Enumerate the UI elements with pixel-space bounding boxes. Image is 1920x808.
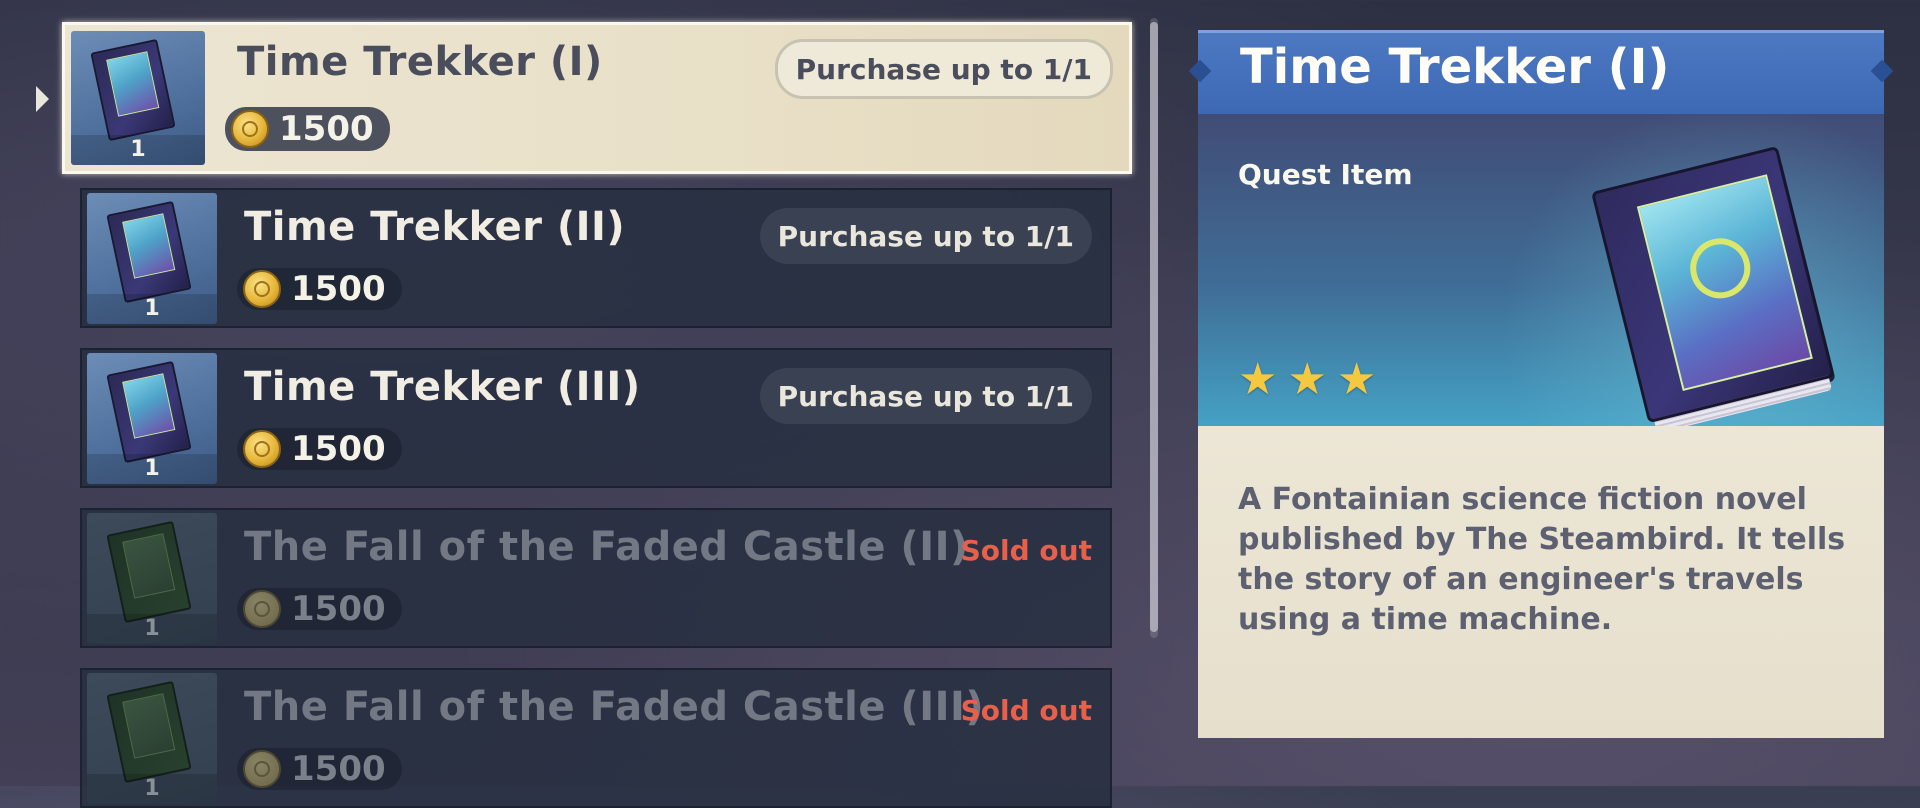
item-price: 1500: [291, 269, 386, 309]
price-tag: 1500: [237, 428, 402, 470]
rarity-stars: ★ ★ ★: [1238, 358, 1376, 402]
item-detail-panel: Time Trekker (I) Quest Item ★ ★ ★ A Font…: [1198, 30, 1884, 738]
item-thumbnail: 1: [87, 193, 217, 324]
purchase-limit-badge: Purchase up to 1/1: [759, 208, 1092, 264]
item-price: 1500: [291, 589, 386, 629]
book-icon: [106, 200, 192, 304]
shop-item-time-trekker-i[interactable]: 1 Time Trekker (I) 1500 Purchase up to 1…: [62, 22, 1132, 174]
detail-title: Time Trekker (I): [1240, 39, 1670, 95]
item-thumbnail: 1: [87, 513, 217, 644]
item-description: A Fontainian science fiction novel publi…: [1238, 482, 1846, 637]
item-quantity: 1: [71, 135, 205, 165]
price-tag: 1500: [237, 268, 402, 310]
price-tag: 1500: [237, 748, 402, 790]
mora-coin-icon: [243, 270, 281, 308]
mora-coin-icon: [243, 590, 281, 628]
item-price: 1500: [279, 109, 374, 149]
mora-coin-icon: [231, 110, 269, 148]
item-thumbnail: 1: [87, 353, 217, 484]
detail-header: Time Trekker (I): [1198, 30, 1884, 114]
item-quantity: 1: [87, 774, 217, 804]
shop-item-time-trekker-ii[interactable]: 1 Time Trekker (II) 1500 Purchase up to …: [80, 188, 1112, 328]
book-icon: [106, 360, 192, 464]
detail-artwork: Quest Item ★ ★ ★: [1198, 114, 1884, 434]
shop-item-faded-castle-iii[interactable]: 1 The Fall of the Faded Castle (III) 150…: [80, 668, 1112, 808]
shop-item-time-trekker-iii[interactable]: 1 Time Trekker (III) 1500 Purchase up to…: [80, 348, 1112, 488]
item-thumbnail: 1: [71, 31, 205, 165]
item-price: 1500: [291, 429, 386, 469]
shop-item-list: 1 Time Trekker (I) 1500 Purchase up to 1…: [0, 0, 1140, 808]
item-price: 1500: [291, 749, 386, 789]
book-icon: [90, 38, 176, 142]
item-name: Time Trekker (I): [237, 39, 603, 85]
price-tag: 1500: [237, 588, 402, 630]
star-icon: ★: [1287, 354, 1327, 405]
purchase-limit-badge: Purchase up to 1/1: [774, 39, 1113, 99]
item-type-label: Quest Item: [1238, 158, 1413, 191]
item-quantity: 1: [87, 294, 217, 324]
book-cover: [1591, 145, 1835, 424]
item-thumbnail: 1: [87, 673, 217, 804]
sold-out-label: Sold out: [960, 534, 1092, 567]
item-quantity: 1: [87, 614, 217, 644]
selection-arrow-icon: [36, 86, 49, 112]
shop-item-faded-castle-ii[interactable]: 1 The Fall of the Faded Castle (II) 1500…: [80, 508, 1112, 648]
item-name: Time Trekker (II): [244, 204, 626, 250]
description-box: A Fontainian science fiction novel publi…: [1198, 426, 1884, 738]
star-icon: ★: [1336, 354, 1377, 405]
star-icon: ★: [1238, 354, 1278, 405]
book-icon: [106, 680, 192, 784]
item-name: The Fall of the Faded Castle (II): [244, 524, 969, 570]
item-name: The Fall of the Faded Castle (III): [244, 684, 985, 730]
price-tag: 1500: [225, 107, 390, 151]
item-quantity: 1: [87, 454, 217, 484]
mora-coin-icon: [243, 750, 281, 788]
mora-coin-icon: [243, 430, 281, 468]
book-cover-panel: [1636, 174, 1813, 392]
list-scrollbar-thumb[interactable]: [1150, 22, 1158, 632]
item-name: Time Trekker (III): [244, 364, 641, 410]
purchase-limit-badge: Purchase up to 1/1: [759, 368, 1092, 424]
book-icon: [1591, 139, 1865, 435]
book-icon: [106, 520, 192, 624]
sold-out-label: Sold out: [960, 694, 1092, 727]
